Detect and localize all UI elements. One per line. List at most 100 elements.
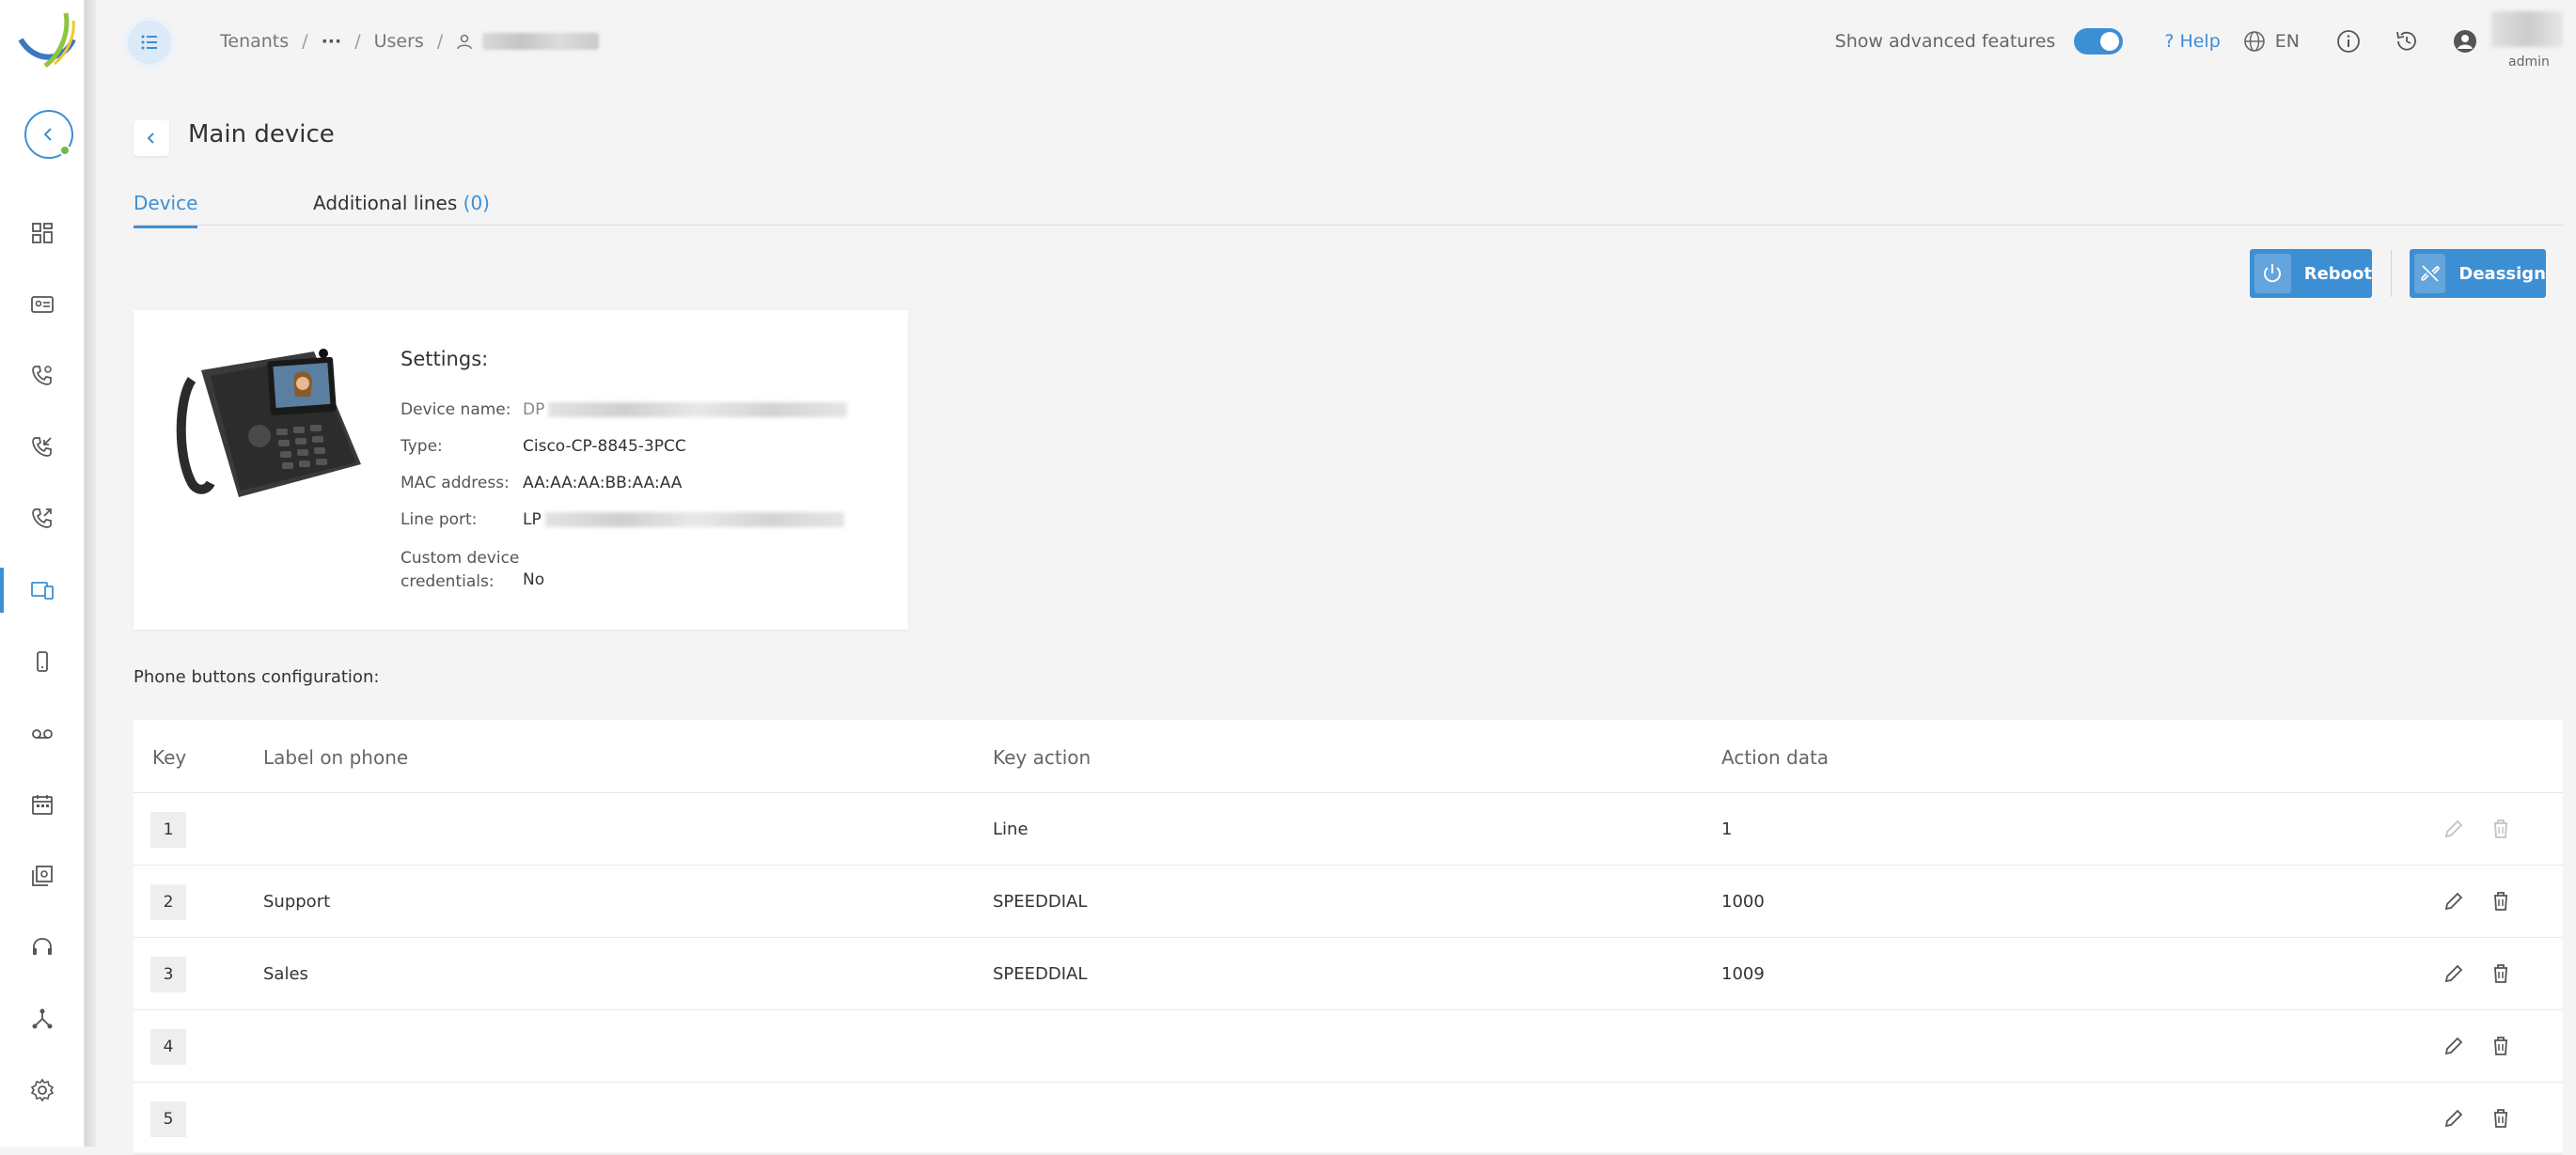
routing-icon [32, 1008, 53, 1029]
tab-bar: Device Additional lines (0) [134, 188, 2563, 228]
row-action: SPEEDDIAL [993, 964, 1088, 984]
edit-button[interactable] [2441, 960, 2467, 987]
language-label: EN [2274, 31, 2300, 52]
device-card: Settings: Device name: DP Type: Cisco-CP… [134, 310, 908, 630]
nav-outgoing-calls[interactable] [0, 492, 85, 545]
collapse-sidebar-button[interactable] [24, 110, 73, 159]
nav-routing[interactable] [0, 992, 85, 1045]
edit-button[interactable] [2441, 1033, 2467, 1059]
credentials-value: No [523, 570, 545, 589]
breadcrumb-separator: / [354, 31, 361, 52]
nav-settings[interactable] [0, 1064, 85, 1116]
edit-button[interactable] [2441, 888, 2467, 914]
delete-button[interactable] [2488, 816, 2514, 842]
row-action: Line [993, 819, 1029, 839]
calendar-icon [32, 795, 53, 815]
header-data: Action data [1721, 746, 1830, 769]
delete-button[interactable] [2488, 1105, 2514, 1132]
row-label: Sales [263, 964, 308, 984]
credentials-label-line1: Custom device [401, 549, 520, 568]
back-button[interactable] [134, 120, 169, 156]
account-button[interactable] [2452, 28, 2478, 55]
row-data: 1 [1721, 819, 1733, 839]
info-icon [2337, 30, 2360, 53]
table-row: 2 Support SPEEDDIAL 1000 [134, 866, 2563, 938]
breadcrumb: Tenants / ··· / Users / [220, 28, 600, 55]
nav-calendar[interactable] [0, 778, 85, 831]
devices-icon [31, 582, 54, 600]
nav-mobile[interactable] [0, 635, 85, 688]
breadcrumb-tenants[interactable]: Tenants [220, 31, 289, 52]
user-menu[interactable]: admin [2491, 11, 2563, 70]
header-label: Label on phone [263, 746, 409, 769]
device-name-redacted [548, 402, 848, 417]
tab-device[interactable]: Device [134, 192, 198, 228]
deassign-button[interactable]: Deassign [2410, 249, 2546, 298]
history-button[interactable] [2394, 28, 2420, 55]
help-link[interactable]: ? Help [2164, 31, 2220, 52]
phone-buttons-table: Key Label on phone Key action Action dat… [134, 720, 2563, 1155]
info-button[interactable] [2335, 28, 2362, 55]
row-key: 3 [150, 957, 186, 992]
gear-icon [30, 1078, 55, 1102]
nav-devices[interactable] [0, 564, 85, 617]
breadcrumb-separator: / [302, 31, 308, 52]
app-logo [18, 12, 76, 68]
user-icon [457, 34, 473, 50]
nav-incoming-calls[interactable] [0, 421, 85, 474]
settings-title: Settings: [401, 348, 489, 370]
table-row: 5 [134, 1083, 2563, 1155]
deassign-label: Deassign [2458, 263, 2546, 284]
nav-voicemail[interactable] [0, 707, 85, 759]
nav-call-center[interactable] [0, 921, 85, 974]
dashboard-icon [32, 223, 53, 243]
pencil-icon [2444, 1037, 2463, 1055]
credentials-label: Custom device credentials: [401, 547, 523, 594]
device-name-row: Device name: DP [401, 400, 848, 419]
delete-button[interactable] [2488, 960, 2514, 987]
edit-button[interactable] [2441, 816, 2467, 842]
nav-call-settings[interactable] [0, 350, 85, 402]
phone-settings-icon [32, 366, 52, 385]
trash-icon [2494, 819, 2507, 838]
reboot-button[interactable]: Reboot [2250, 249, 2372, 298]
breadcrumb-separator: / [436, 31, 444, 52]
line-port-value: LP [523, 510, 844, 529]
delete-button[interactable] [2488, 1033, 2514, 1059]
chevron-left-icon [147, 133, 154, 144]
type-value: Cisco-CP-8845-3PCC [523, 437, 686, 456]
list-icon [141, 35, 157, 50]
nav-contacts[interactable] [0, 278, 85, 331]
status-dot [59, 145, 71, 156]
row-key: 2 [150, 884, 186, 920]
trash-icon [2494, 1109, 2507, 1128]
breadcrumb-ellipsis[interactable]: ··· [322, 31, 342, 52]
table-row: 4 [134, 1010, 2563, 1083]
row-action: SPEEDDIAL [993, 892, 1088, 912]
trash-icon [2494, 892, 2507, 911]
tab-additional-lines[interactable]: Additional lines (0) [313, 192, 490, 226]
chevron-left-icon [43, 128, 52, 141]
outgoing-call-icon [32, 508, 52, 528]
type-row: Type: Cisco-CP-8845-3PCC [401, 437, 686, 456]
mac-value: AA:AA:AA:BB:AA:AA [523, 474, 683, 492]
menu-toggle-button[interactable] [128, 21, 171, 64]
advanced-features-label: Show advanced features [1834, 31, 2056, 52]
nav-dashboard[interactable] [0, 207, 85, 259]
breadcrumb-users[interactable]: Users [374, 31, 424, 52]
delete-button[interactable] [2488, 888, 2514, 914]
row-key: 1 [150, 812, 186, 848]
sidebar-edge [85, 0, 96, 1147]
top-right-toolbar: Show advanced features ? Help EN admin [1834, 11, 2576, 70]
device-name-label: Device name: [401, 400, 511, 419]
credentials-row: Custom device credentials: No [401, 547, 544, 594]
edit-button[interactable] [2441, 1105, 2467, 1132]
incoming-call-icon [32, 437, 52, 457]
nav-recordings[interactable] [0, 850, 85, 902]
recordings-icon [32, 866, 53, 886]
globe-icon [2243, 31, 2265, 52]
language-selector[interactable]: EN [2243, 30, 2300, 53]
device-name-value: DP [523, 400, 848, 419]
trash-icon [2494, 1037, 2507, 1055]
advanced-features-toggle[interactable] [2074, 28, 2124, 55]
